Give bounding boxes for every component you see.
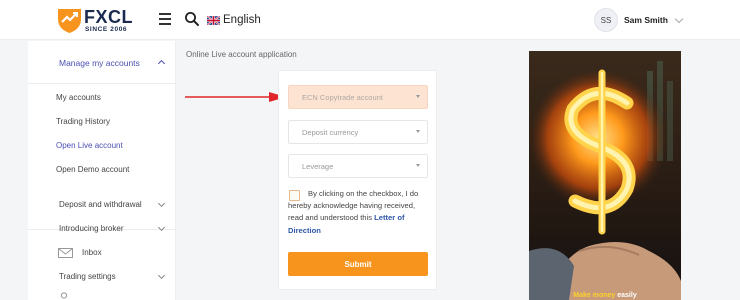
banner-caption-rest: easily	[617, 292, 637, 299]
avatar: SS	[594, 8, 618, 32]
sidebar: Manage my accounts My accounts Trading H…	[28, 41, 176, 300]
chevron-down-icon	[674, 14, 684, 23]
user-menu[interactable]: SS Sam Smith	[594, 7, 684, 33]
sidebar-item-deposit-withdrawal[interactable]: Deposit and withdrawal	[59, 200, 142, 209]
promo-banner[interactable]: Make money easily	[529, 51, 681, 300]
brand-name: FXCL	[84, 7, 133, 27]
sidebar-item-trading-settings[interactable]: Trading settings	[59, 272, 116, 281]
sidebar-subitem-open-demo-account[interactable]: Open Demo account	[56, 165, 129, 174]
consent-checkbox[interactable]	[289, 190, 300, 201]
language-selector[interactable]: English	[207, 12, 261, 28]
banner-caption: Make money easily	[529, 292, 681, 299]
dropdown-caret-icon	[416, 164, 420, 167]
application-form: ECN Copytrade account Deposit currency L…	[278, 70, 437, 290]
page-title: Online Live account application	[186, 50, 297, 59]
user-name: Sam Smith	[624, 15, 668, 25]
brand-logo[interactable]: FXCL SINCE 2006	[57, 6, 137, 34]
consent-text: By clicking on the checkbox, I do hereby…	[288, 188, 430, 237]
menu-hamburger-icon[interactable]	[159, 13, 171, 25]
dropdown-caret-icon	[416, 130, 420, 133]
deposit-currency-placeholder: Deposit currency	[302, 128, 359, 137]
sidebar-subitem-open-live-account[interactable]: Open Live account	[56, 141, 123, 150]
sidebar-item-label: Manage my accounts	[59, 58, 140, 68]
search-icon[interactable]	[184, 11, 200, 27]
sidebar-item-introducing-broker[interactable]: Introducing broker	[59, 224, 123, 233]
brand-shield-icon	[58, 9, 81, 33]
annotation-arrow	[185, 92, 286, 102]
dropdown-caret-icon	[416, 95, 420, 98]
deposit-currency-select[interactable]: Deposit currency	[288, 120, 428, 144]
language-label: English	[223, 14, 261, 26]
sidebar-subitem-my-accounts[interactable]: My accounts	[56, 93, 101, 102]
uk-flag-icon	[207, 15, 220, 25]
sidebar-item-inbox[interactable]: Inbox	[82, 248, 102, 257]
location-pin-icon	[60, 292, 68, 299]
sidebar-item-manage-accounts[interactable]: Manage my accounts	[28, 41, 176, 84]
chevron-down-icon	[157, 271, 166, 280]
brand-tagline: SINCE 2006	[85, 26, 128, 33]
leverage-placeholder: Leverage	[302, 162, 334, 171]
promo-banner-image	[529, 51, 681, 300]
chevron-up-icon	[157, 59, 166, 68]
sidebar-subitem-trading-history[interactable]: Trading History	[56, 117, 110, 126]
account-type-select[interactable]: ECN Copytrade account	[288, 85, 428, 109]
top-bar: FXCL SINCE 2006 English SS Sam Smith	[0, 0, 740, 40]
banner-caption-highlight: Make money	[573, 292, 616, 299]
submit-button[interactable]: Submit	[288, 252, 428, 276]
envelope-icon	[58, 248, 73, 258]
account-type-placeholder: ECN Copytrade account	[302, 93, 383, 102]
leverage-select[interactable]: Leverage	[288, 154, 428, 178]
